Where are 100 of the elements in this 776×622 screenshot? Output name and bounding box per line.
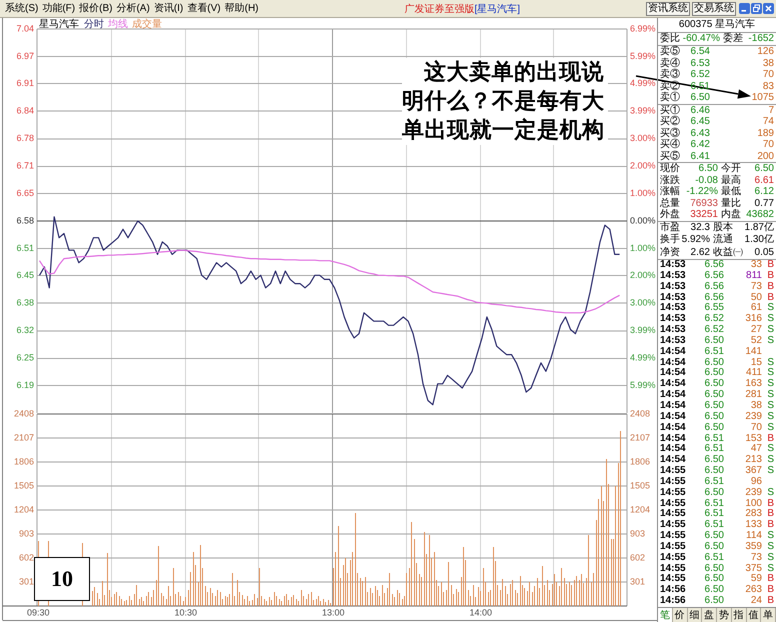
tick-side: S — [766, 564, 774, 574]
bid-price: 6.45 — [690, 116, 710, 128]
price-axis-label: 6.51 — [16, 242, 34, 253]
quote-value: -60.47% — [682, 33, 720, 45]
tick-side: B — [766, 520, 774, 531]
tick-volume: 239 — [744, 412, 762, 423]
bid-volume: 189 — [756, 128, 774, 139]
tick-time: 14:53 — [660, 260, 687, 271]
tick-side: B — [766, 292, 774, 303]
tick-time: 14:54 — [660, 444, 687, 455]
tick-price: 6.50 — [704, 542, 724, 553]
quote-value: 1.30亿 — [744, 234, 774, 246]
quote-value: 5.92% — [680, 234, 710, 246]
time-axis-label: 10:30 — [174, 607, 197, 618]
tick-volume: 96 — [750, 476, 762, 488]
tick-side: B — [766, 282, 774, 293]
tick-volume: 141 — [744, 346, 762, 358]
tick-price: 6.51 — [704, 444, 724, 455]
ask-label: 卖④ — [660, 58, 680, 68]
tick-side: S — [766, 325, 774, 336]
tick-side: B — [766, 509, 774, 520]
tick-side: S — [766, 444, 774, 455]
tick-price: 6.50 — [704, 596, 724, 607]
ask-price: 6.53 — [690, 58, 710, 69]
price-axis-label: 6.97 — [16, 50, 34, 61]
quote-label: 总量 — [660, 198, 680, 209]
tick-time: 14:54 — [660, 379, 687, 390]
tick-volume: 52 — [750, 336, 762, 347]
percent-axis-label: 0.00% — [630, 215, 656, 226]
quote-label: 委差 — [722, 33, 743, 45]
quote-label: 股本 — [712, 222, 734, 234]
bid-label: 买① — [660, 104, 680, 116]
price-axis-label: 7.04 — [16, 23, 34, 34]
tick-volume: 59 — [750, 574, 762, 585]
tick-volume: 281 — [744, 390, 762, 401]
tick-time: 14:54 — [660, 346, 687, 358]
tick-side: S — [766, 552, 774, 564]
tick-time: 14:53 — [660, 282, 687, 293]
tick-time: 14:55 — [660, 531, 687, 542]
volume-axis-label: 2107 — [630, 432, 650, 442]
tick-volume: 359 — [744, 542, 762, 553]
quote-label: 涨幅 — [660, 186, 680, 198]
tick-volume: 15 — [750, 358, 762, 368]
quote-value: 43682 — [745, 209, 774, 220]
chart-title: 星马汽车 — [39, 19, 79, 30]
tick-side: S — [766, 303, 774, 314]
tick-volume: 114 — [745, 531, 762, 542]
tick-price: 6.50 — [704, 466, 724, 477]
quote-value: 6.61 — [754, 174, 774, 186]
tick-side: S — [766, 488, 774, 499]
volume-axis-label: 1806 — [14, 456, 34, 466]
tick-time: 14:55 — [660, 552, 687, 564]
tick-price: 6.56 — [704, 270, 724, 282]
tick-volume: 100 — [744, 498, 762, 509]
tick-time: 14:55 — [660, 542, 687, 553]
quote-value: 2.62 — [690, 246, 710, 259]
tick-price: 6.56 — [704, 292, 724, 303]
tick-side: S — [766, 531, 774, 542]
ask-price: 6.50 — [690, 92, 710, 104]
quote-label: 现价 — [660, 163, 680, 174]
quote-label: 委比 — [660, 33, 680, 45]
percent-axis-label: 3.99% — [630, 325, 656, 336]
tick-time: 14:55 — [660, 498, 687, 509]
tick-side: S — [766, 455, 774, 466]
tick-side: B — [766, 270, 774, 282]
price-axis-label: 6.25 — [16, 352, 34, 363]
quote-value: 32.3 — [690, 222, 710, 234]
tick-price: 6.56 — [704, 282, 724, 293]
volume-axis-label: 1505 — [630, 480, 650, 490]
quote-value: 6.50 — [754, 163, 774, 174]
tick-side: S — [766, 390, 774, 401]
volume-axis-label: 301 — [18, 576, 34, 586]
annotation-text: 这大卖单的出现说明什么？不是每有大单出现就一定是机构 — [402, 58, 608, 145]
tick-time: 14:55 — [660, 488, 687, 499]
tick-volume: 375 — [744, 564, 762, 574]
quote-value: 6.12 — [754, 186, 774, 198]
tick-volume: 283 — [744, 509, 762, 520]
tick-time: 14:53 — [660, 303, 687, 314]
tick-side: B — [766, 596, 774, 607]
tick-price: 6.51 — [704, 476, 724, 488]
ask-volume: 38 — [762, 58, 774, 69]
quote-label: 收益㈠ — [712, 246, 743, 259]
time-axis-label: 09:30 — [26, 607, 50, 618]
percent-axis-label: 3.00% — [630, 133, 656, 144]
tick-volume: 213 — [744, 455, 762, 466]
volume-axis-label: 1505 — [14, 480, 34, 490]
quote-value: -1652 — [747, 33, 774, 45]
tick-time: 14:55 — [660, 574, 687, 585]
tick-side: S — [766, 422, 774, 434]
tick-volume: 239 — [744, 488, 762, 499]
price-axis-label: 6.65 — [16, 188, 34, 198]
tick-side: S — [766, 368, 774, 379]
tick-volume: 133 — [744, 520, 762, 531]
tick-time: 14:56 — [660, 596, 687, 607]
legend-label: 分时 — [84, 19, 104, 30]
tick-volume: 70 — [750, 422, 762, 434]
volume-axis-label: 1204 — [630, 504, 650, 514]
tick-volume: 61 — [750, 303, 762, 314]
tick-volume: 411 — [745, 368, 762, 379]
ask-volume: 126 — [756, 46, 774, 58]
